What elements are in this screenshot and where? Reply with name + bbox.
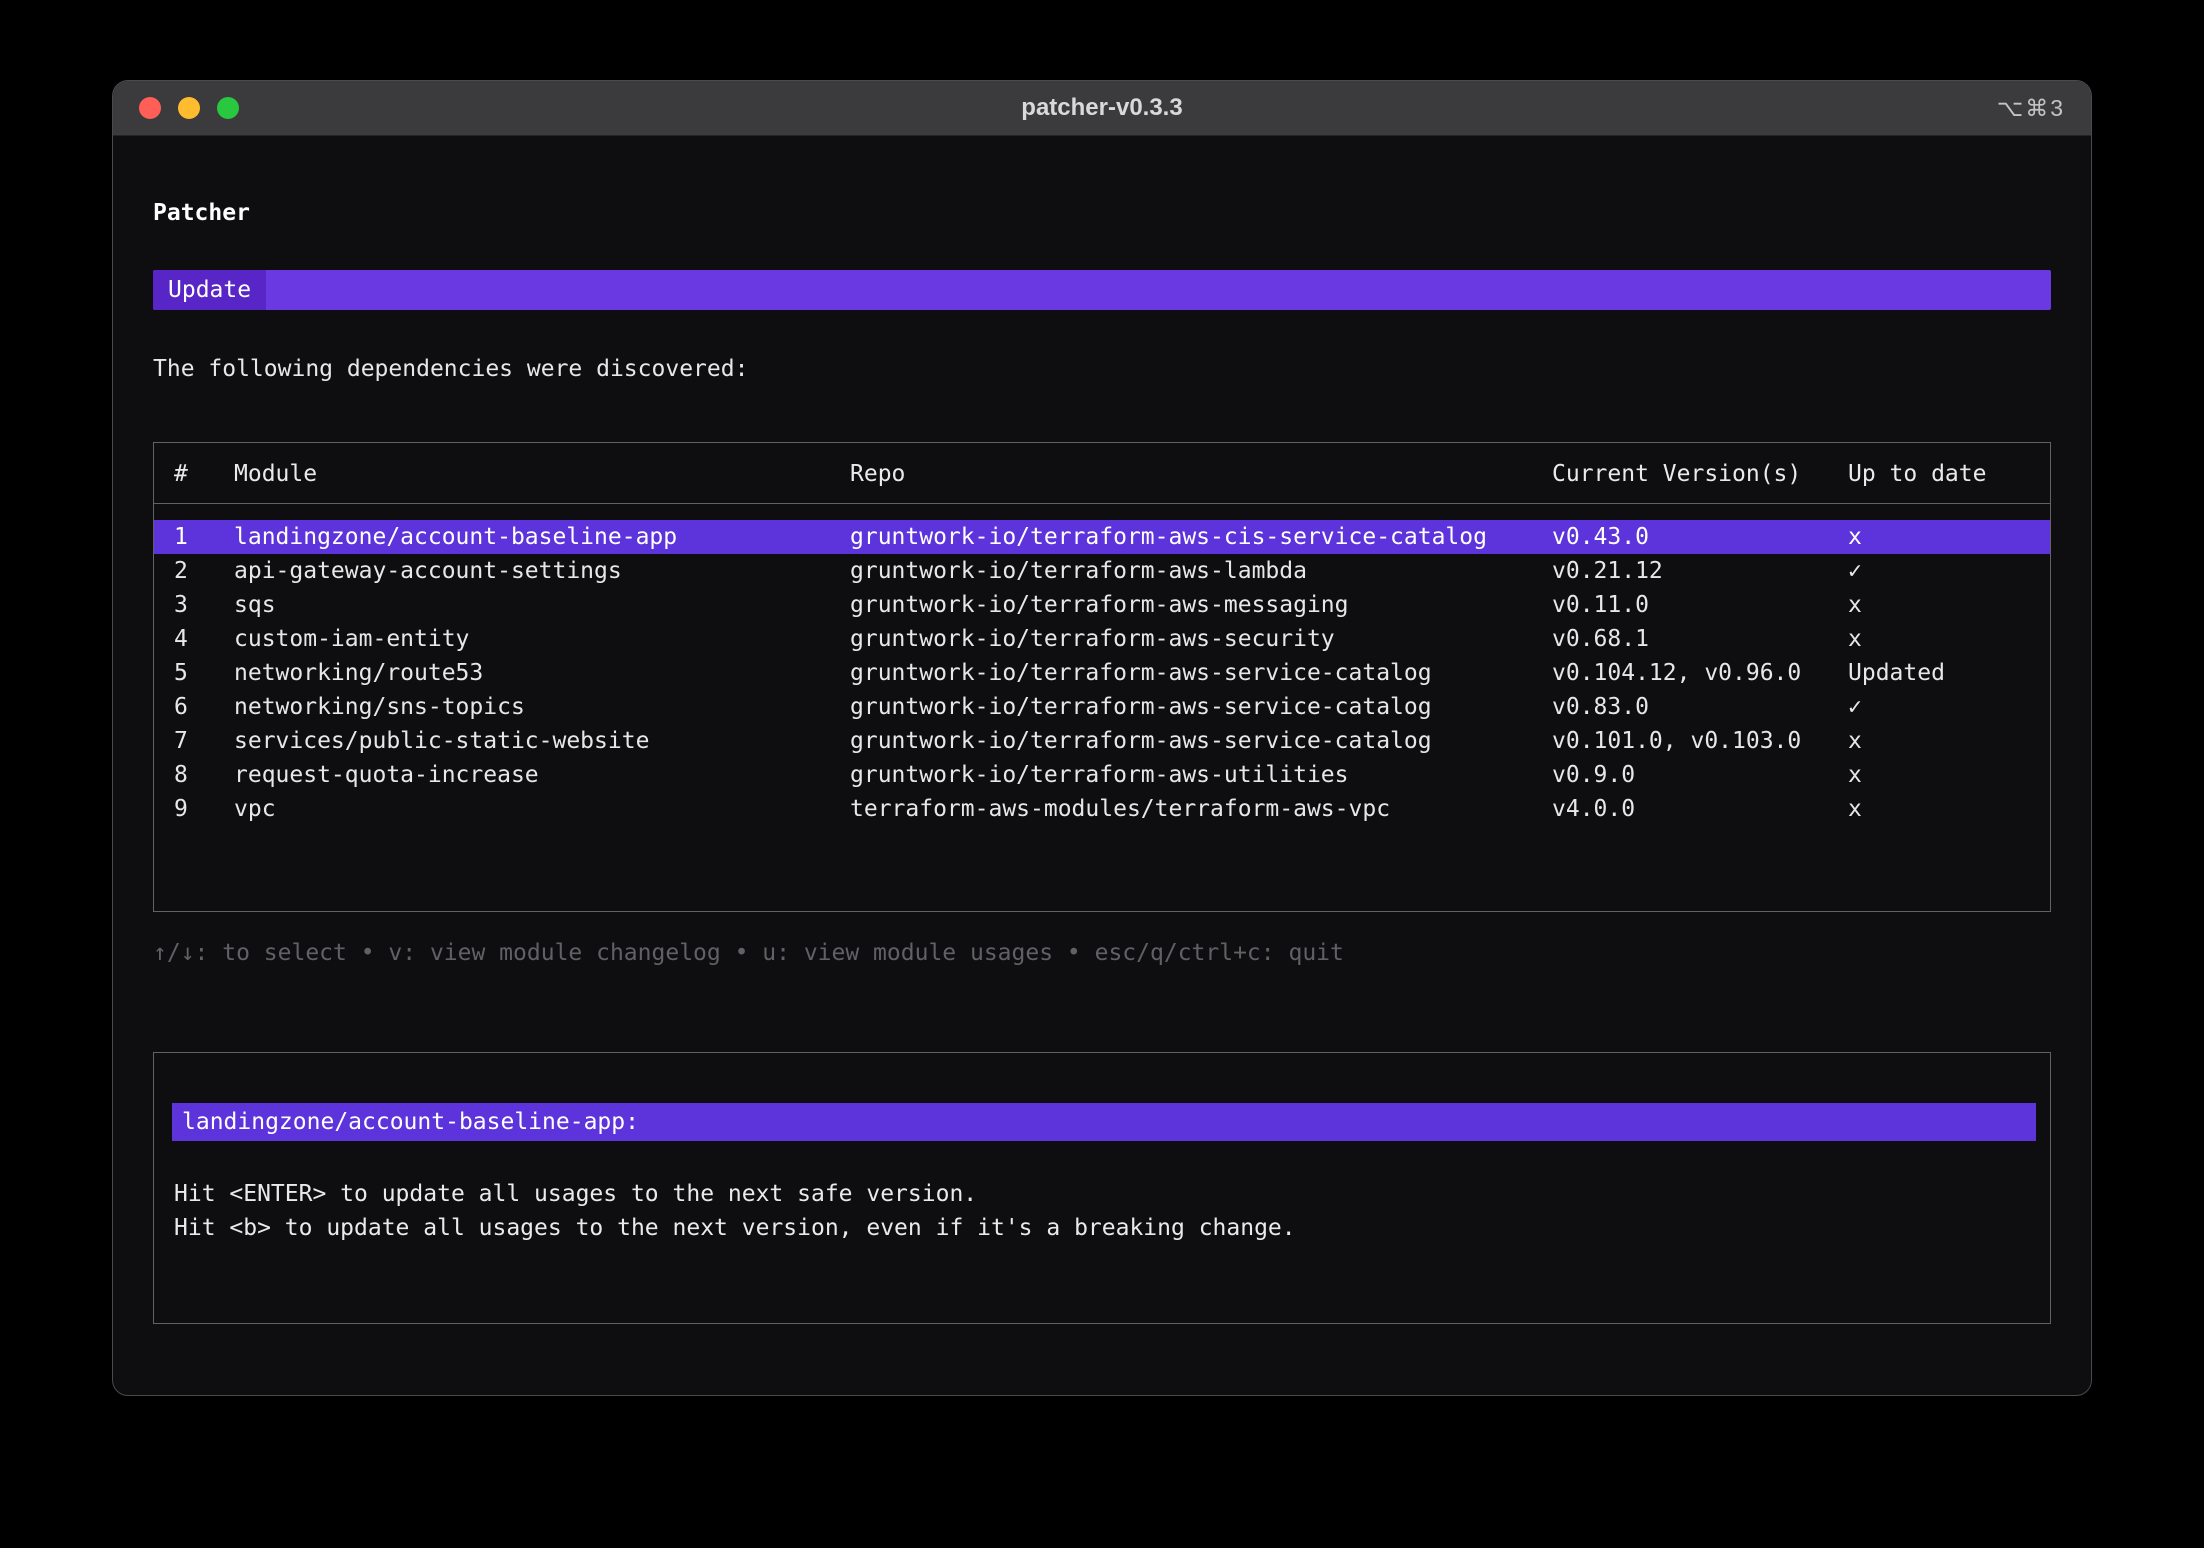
cell-module: request-quota-increase <box>234 758 850 792</box>
cell-module: custom-iam-entity <box>234 622 850 656</box>
cell-status: Updated <box>1848 656 2030 690</box>
detail-selected-module-title: landingzone/account-baseline-app: <box>172 1103 2036 1141</box>
table-row[interactable]: 8request-quota-increasegruntwork-io/terr… <box>154 758 2050 792</box>
cell-num: 9 <box>174 792 234 826</box>
table-row[interactable]: 5networking/route53gruntwork-io/terrafor… <box>154 656 2050 690</box>
detail-panel: landingzone/account-baseline-app: Hit <E… <box>153 1052 2051 1324</box>
detail-instructions: Hit <ENTER> to update all usages to the … <box>174 1177 2030 1245</box>
table-header: # Module Repo Current Version(s) Up to d… <box>154 443 2050 504</box>
table-row[interactable]: 4custom-iam-entitygruntwork-io/terraform… <box>154 622 2050 656</box>
header-repo: Repo <box>850 461 1552 487</box>
dependencies-table: # Module Repo Current Version(s) Up to d… <box>153 442 2051 912</box>
cell-version: v0.101.0, v0.103.0 <box>1552 724 1848 758</box>
app-heading: Patcher <box>153 200 2051 226</box>
cell-module: services/public-static-website <box>234 724 850 758</box>
cell-repo: gruntwork-io/terraform-aws-service-catal… <box>850 656 1552 690</box>
window-titlebar: patcher-v0.3.3 ⌥⌘3 <box>113 81 2091 136</box>
cell-module: networking/route53 <box>234 656 850 690</box>
table-row[interactable]: 9vpcterraform-aws-modules/terraform-aws-… <box>154 792 2050 826</box>
cell-module: sqs <box>234 588 850 622</box>
cell-status: x <box>1848 588 2030 622</box>
cell-status: x <box>1848 758 2030 792</box>
cell-status: x <box>1848 792 2030 826</box>
table-row[interactable]: 1landingzone/account-baseline-appgruntwo… <box>154 520 2050 554</box>
table-row[interactable]: 7services/public-static-websitegruntwork… <box>154 724 2050 758</box>
cell-status: x <box>1848 520 2030 554</box>
cell-num: 5 <box>174 656 234 690</box>
terminal-content: Patcher Update The following dependencie… <box>113 136 2091 1324</box>
cell-status: x <box>1848 622 2030 656</box>
minimize-window-button[interactable] <box>178 97 200 119</box>
cell-version: v0.11.0 <box>1552 588 1848 622</box>
traffic-lights <box>139 81 239 135</box>
tab-bar: Update <box>153 270 2051 310</box>
header-number: # <box>174 461 234 487</box>
cell-version: v4.0.0 <box>1552 792 1848 826</box>
detail-instruction-breaking: Hit <b> to update all usages to the next… <box>174 1211 2030 1245</box>
cell-version: v0.9.0 <box>1552 758 1848 792</box>
header-module: Module <box>234 461 850 487</box>
cell-status: x <box>1848 724 2030 758</box>
window-title: patcher-v0.3.3 <box>113 94 2091 122</box>
table-row[interactable]: 2api-gateway-account-settingsgruntwork-i… <box>154 554 2050 588</box>
cell-version: v0.43.0 <box>1552 520 1848 554</box>
cell-num: 1 <box>174 520 234 554</box>
table-row[interactable]: 3sqsgruntwork-io/terraform-aws-messaging… <box>154 588 2050 622</box>
cell-num: 8 <box>174 758 234 792</box>
window-shortcut-badge: ⌥⌘3 <box>1997 81 2065 135</box>
cell-status: ✓ <box>1848 690 2030 724</box>
cell-version: v0.83.0 <box>1552 690 1848 724</box>
detail-instruction-enter: Hit <ENTER> to update all usages to the … <box>174 1177 2030 1211</box>
cell-repo: gruntwork-io/terraform-aws-messaging <box>850 588 1552 622</box>
cell-num: 7 <box>174 724 234 758</box>
terminal-window: patcher-v0.3.3 ⌥⌘3 Patcher Update The fo… <box>112 80 2092 1396</box>
header-up-to-date: Up to date <box>1848 461 2030 487</box>
cell-module: landingzone/account-baseline-app <box>234 520 850 554</box>
table-body: 1landingzone/account-baseline-appgruntwo… <box>154 520 2050 826</box>
cell-repo: gruntwork-io/terraform-aws-service-catal… <box>850 724 1552 758</box>
cell-repo: gruntwork-io/terraform-aws-security <box>850 622 1552 656</box>
cell-num: 4 <box>174 622 234 656</box>
close-window-button[interactable] <box>139 97 161 119</box>
cell-num: 6 <box>174 690 234 724</box>
cell-repo: gruntwork-io/terraform-aws-cis-service-c… <box>850 520 1552 554</box>
cell-num: 2 <box>174 554 234 588</box>
cell-module: networking/sns-topics <box>234 690 850 724</box>
cell-module: api-gateway-account-settings <box>234 554 850 588</box>
cell-repo: gruntwork-io/terraform-aws-service-catal… <box>850 690 1552 724</box>
header-current-versions: Current Version(s) <box>1552 461 1848 487</box>
zoom-window-button[interactable] <box>217 97 239 119</box>
cell-repo: terraform-aws-modules/terraform-aws-vpc <box>850 792 1552 826</box>
cell-version: v0.21.12 <box>1552 554 1848 588</box>
cell-version: v0.104.12, v0.96.0 <box>1552 656 1848 690</box>
cell-version: v0.68.1 <box>1552 622 1848 656</box>
intro-text: The following dependencies were discover… <box>153 356 2051 382</box>
tab-update[interactable]: Update <box>153 270 266 310</box>
cell-module: vpc <box>234 792 850 826</box>
cell-repo: gruntwork-io/terraform-aws-lambda <box>850 554 1552 588</box>
cell-num: 3 <box>174 588 234 622</box>
cell-status: ✓ <box>1848 554 2030 588</box>
keybinding-help-bar: ↑/↓: to select • v: view module changelo… <box>153 940 2051 966</box>
table-row[interactable]: 6networking/sns-topicsgruntwork-io/terra… <box>154 690 2050 724</box>
cell-repo: gruntwork-io/terraform-aws-utilities <box>850 758 1552 792</box>
